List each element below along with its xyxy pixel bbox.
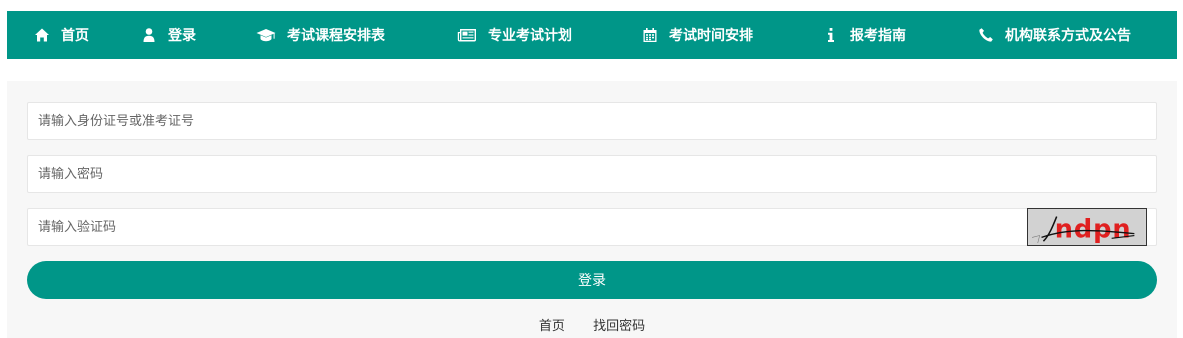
login-button[interactable]: 登录: [27, 261, 1157, 299]
nav-item-home[interactable]: 首页: [33, 11, 89, 59]
newspaper-icon: [456, 26, 478, 44]
login-panel: ndpn 登录 首页 找回密码: [7, 81, 1177, 338]
nav-item-guide[interactable]: 报考指南: [822, 11, 906, 59]
captcha-input[interactable]: [27, 208, 1157, 246]
nav-item-label: 首页: [61, 28, 89, 44]
captcha-image[interactable]: ndpn: [1027, 208, 1147, 246]
home-link[interactable]: 首页: [539, 319, 565, 334]
phone-icon: [977, 26, 995, 44]
id-number-input[interactable]: [27, 102, 1157, 140]
nav-item-label: 专业考试计划: [488, 28, 572, 44]
nav-item-course-schedule[interactable]: 考试课程安排表: [255, 11, 385, 59]
nav-item-login[interactable]: 登录: [140, 11, 196, 59]
nav-item-label: 考试课程安排表: [287, 28, 385, 44]
top-navbar: 首页 登录 考试课程安排表 专业考试计划 考试时间安排 报考指南 机构联系方式及…: [7, 11, 1177, 59]
user-icon: [140, 26, 158, 44]
home-icon: [33, 26, 51, 44]
nav-item-label: 机构联系方式及公告: [1005, 28, 1131, 44]
info-icon: [822, 26, 840, 44]
password-input[interactable]: [27, 155, 1157, 193]
graduation-cap-icon: [255, 26, 277, 44]
nav-item-contact[interactable]: 机构联系方式及公告: [977, 11, 1131, 59]
nav-item-exam-plan[interactable]: 专业考试计划: [456, 11, 572, 59]
footer-links: 首页 找回密码: [7, 315, 1177, 334]
nav-item-exam-time[interactable]: 考试时间安排: [641, 11, 753, 59]
nav-item-label: 登录: [168, 28, 196, 44]
nav-item-label: 考试时间安排: [669, 28, 753, 44]
calendar-icon: [641, 26, 659, 44]
nav-item-label: 报考指南: [850, 28, 906, 44]
recover-password-link[interactable]: 找回密码: [593, 319, 645, 334]
captcha-text: ndpn: [1055, 214, 1132, 244]
